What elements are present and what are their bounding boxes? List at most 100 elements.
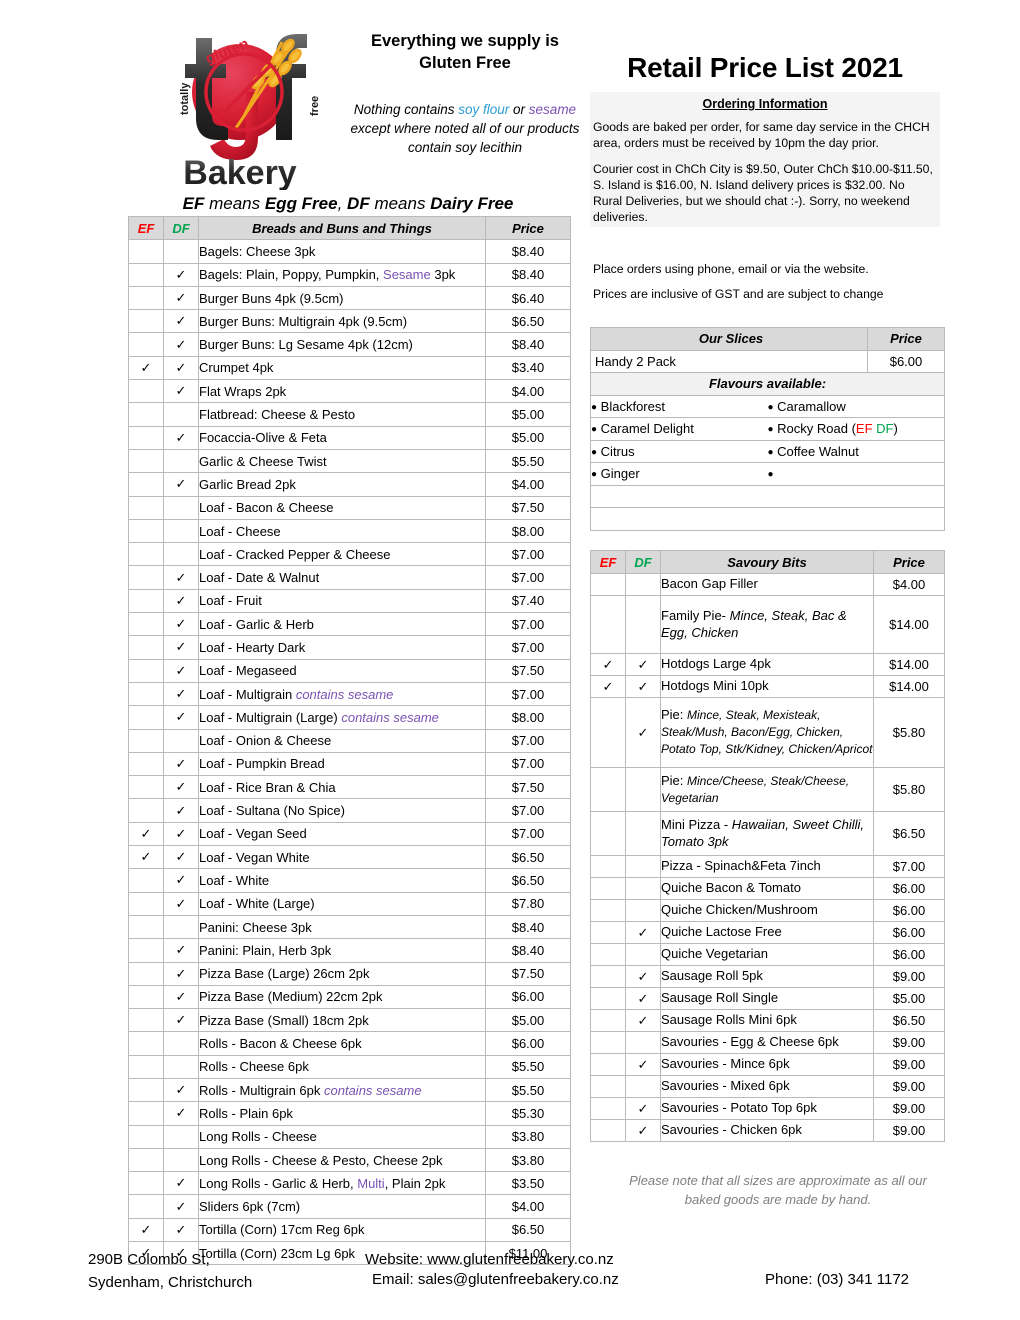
table-row: Bacon Gap Filler $4.00	[590, 573, 945, 596]
item-name-cell: Long Rolls - Garlic & Herb, Multi, Plain…	[198, 1171, 486, 1196]
table-row: ✓ Bagels: Plain, Poppy, Pumpkin, Sesame 3…	[128, 262, 571, 287]
egg-free-tick-cell	[128, 775, 164, 800]
table-row: ✓ Burger Buns: Lg Sesame 4pk (12cm) $8.40	[128, 332, 571, 357]
egg-free-tick-cell	[128, 658, 164, 683]
price-cell: $9.00	[873, 1031, 945, 1054]
table-row: ✓ Loaf - Date & Walnut $7.00	[128, 565, 571, 590]
egg-free-tick-cell: ✓	[128, 845, 164, 870]
item-name-cell: Loaf - Cracked Pepper & Cheese	[198, 542, 486, 567]
table-row: Flatbread: Cheese & Pesto $5.00	[128, 402, 571, 427]
table-row: Savouries - Mixed 6pk $9.00	[590, 1075, 945, 1098]
check-icon: ✓	[175, 709, 187, 725]
table-row: ✓ ✓ Hotdogs Large 4pk $14.00	[590, 653, 945, 676]
dairy-free-tick-cell	[625, 877, 661, 900]
footer-email[interactable]: Email: sales@glutenfreebakery.co.nz	[372, 1271, 619, 1288]
egg-free-tick-cell: ✓	[590, 675, 626, 698]
savoury-col-df: DF	[625, 550, 661, 574]
item-name-cell: Pie: Mince/Cheese, Steak/Cheese, Vegetar…	[660, 767, 874, 812]
item-name-cell: Burger Buns 4pk (9.5cm)	[198, 285, 486, 311]
table-row: Loaf - Onion & Cheese $7.00	[128, 728, 571, 753]
dairy-free-tick-cell	[163, 542, 199, 567]
item-name-text: Family Pie-	[661, 607, 730, 623]
slices-col-price: Price	[867, 327, 945, 351]
item-name-text: Loaf - Multigrain (Large)	[199, 709, 342, 725]
check-icon: ✓	[175, 336, 187, 352]
price-cell: $8.00	[485, 518, 571, 544]
table-row: ✓ ✓ Hotdogs Mini 10pk $14.00	[590, 675, 945, 698]
price-cell: $7.00	[485, 612, 571, 637]
tgf-bakery-logo: totally free gluten Bakery	[140, 20, 340, 190]
dairy-free-tick-cell: ✓	[163, 751, 199, 777]
check-icon: ✓	[175, 1105, 187, 1121]
ef-df-legend: EF means Egg Free, DF means Dairy Free	[128, 194, 568, 214]
table-row: ✓ Pizza Base (Small) 18cm 2pk $5.00	[128, 1008, 571, 1033]
price-cell: $3.80	[485, 1124, 571, 1149]
check-icon: ✓	[637, 724, 649, 740]
item-name-cell: Loaf - Multigrain contains sesame	[198, 681, 486, 707]
slices-table-body: Our Slices Price Handy 2 Pack $6.00 Flav…	[590, 327, 945, 531]
price-cell: $5.50	[485, 448, 571, 474]
egg-free-tick-cell	[590, 811, 626, 856]
price-cell: $9.00	[873, 1119, 945, 1142]
item-name-cell: Rolls - Cheese 6pk	[198, 1054, 486, 1079]
price-cell: $8.40	[485, 332, 571, 357]
check-icon: ✓	[175, 1175, 187, 1191]
table-row: ✓ Loaf - White $6.50	[128, 868, 571, 893]
item-name-cell: Savouries - Egg & Cheese 6pk	[660, 1031, 874, 1054]
egg-free-tick-cell	[128, 705, 164, 730]
price-cell: $8.40	[485, 239, 571, 264]
egg-free-tick-cell	[128, 1171, 164, 1196]
item-variants-text: Mince/Cheese, Steak/Cheese, Vegetarian	[661, 773, 850, 805]
dairy-free-tick-cell: ✓	[625, 1053, 661, 1076]
egg-free-tick-cell	[128, 285, 164, 311]
egg-free-tick-cell	[590, 1053, 626, 1076]
egg-free-tick-cell	[590, 573, 626, 596]
item-name-cell: Family Pie- Mince, Steak, Bac & Egg, Chi…	[660, 595, 874, 654]
blank-cell	[590, 507, 945, 531]
price-cell: $7.00	[485, 542, 571, 567]
dairy-free-tick-cell: ✓	[163, 379, 199, 404]
table-row: ✓ Rolls - Plain 6pk $5.30	[128, 1101, 571, 1126]
price-cell: $3.50	[485, 1171, 571, 1196]
price-cell: $6.50	[485, 309, 571, 334]
item-name-cell: Loaf - Garlic & Herb	[198, 612, 486, 637]
price-cell: $4.00	[485, 1194, 571, 1219]
table-row: Long Rolls - Cheese $3.80	[128, 1124, 571, 1149]
dairy-free-tick-cell: ✓	[163, 1008, 199, 1033]
egg-free-tick-cell	[590, 767, 626, 812]
dairy-free-tick-cell	[163, 239, 199, 264]
sesame-warning-text: contains sesame	[295, 686, 394, 702]
item-name-cell: Loaf - Bacon & Cheese	[198, 495, 486, 520]
price-cell: $3.40	[485, 355, 571, 381]
dairy-free-tick-cell: ✓	[163, 355, 199, 381]
egg-free-tick-cell	[590, 1097, 626, 1120]
table-row: Quiche Chicken/Mushroom $6.00	[590, 899, 945, 922]
price-cell: $8.40	[485, 914, 571, 940]
check-icon: ✓	[637, 968, 649, 984]
egg-free-tick-cell	[128, 1077, 164, 1103]
item-name-cell: Garlic Bread 2pk	[198, 472, 486, 497]
item-name-cell: Sliders 6pk (7cm)	[198, 1194, 486, 1219]
table-row: Panini: Cheese 3pk $8.40	[128, 914, 571, 940]
item-name-cell: Burger Buns: Multigrain 4pk (9.5cm)	[198, 309, 486, 334]
document-footer: 290B Colombo St, Sydenham, Christchurch …	[0, 1240, 1020, 1310]
table-row: ✓ Long Rolls - Garlic & Herb, Multi, Plai…	[128, 1171, 571, 1196]
egg-free-tick-cell	[590, 987, 626, 1010]
table-row: ✓ Flat Wraps 2pk $4.00	[128, 379, 571, 404]
item-name-cell: Panini: Plain, Herb 3pk	[198, 938, 486, 963]
item-name-cell: Quiche Vegetarian	[660, 943, 874, 966]
dairy-free-tick-cell: ✓	[163, 1101, 199, 1126]
item-name-cell: Focaccia-Olive & Feta	[198, 425, 486, 450]
price-cell: $7.50	[485, 775, 571, 800]
savoury-col-ef: EF	[590, 550, 626, 574]
egg-free-tick-cell: ✓	[590, 653, 626, 676]
egg-free-tick-cell	[590, 595, 626, 654]
check-icon: ✓	[175, 313, 187, 329]
check-icon: ✓	[175, 662, 187, 678]
flavour-cell: ● Citrus ● Coffee Walnut	[590, 439, 945, 463]
flavour-row: ● Citrus ● Coffee Walnut	[590, 439, 945, 463]
table-row: ✓ Loaf - Megaseed $7.50	[128, 658, 571, 683]
dairy-free-tick-cell: ✓	[163, 285, 199, 311]
footer-website[interactable]: Website: www.glutenfreebakery.co.nz	[365, 1248, 614, 1271]
page-title: Retail Price List 2021	[627, 52, 903, 83]
